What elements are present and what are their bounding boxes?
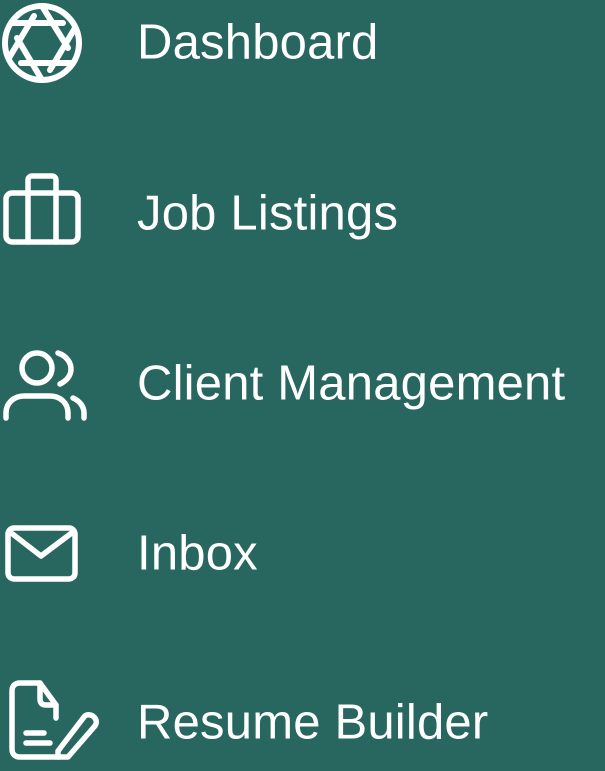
sidebar-item-job-listings[interactable]: Job Listings: [0, 166, 605, 262]
sidebar-item-client-management[interactable]: Client Management: [0, 336, 605, 432]
sidebar-item-inbox[interactable]: Inbox: [0, 506, 605, 602]
sidebar-item-label: Job Listings: [137, 186, 399, 241]
sidebar-item-label: Client Management: [137, 356, 566, 411]
sidebar-item-resume-builder[interactable]: Resume Builder: [0, 675, 605, 771]
file-edit-icon: [0, 675, 99, 771]
sidebar-item-label: Resume Builder: [137, 695, 489, 750]
sidebar-item-label: Dashboard: [137, 15, 379, 70]
aperture-icon: [0, 0, 90, 91]
sidebar-item-dashboard[interactable]: Dashboard: [0, 0, 605, 91]
briefcase-icon: [0, 166, 90, 262]
mail-icon: [0, 506, 90, 602]
users-icon: [0, 336, 90, 432]
sidebar-menu: Dashboard Job Listings Client Management: [0, 0, 605, 764]
sidebar-item-label: Inbox: [137, 526, 258, 581]
